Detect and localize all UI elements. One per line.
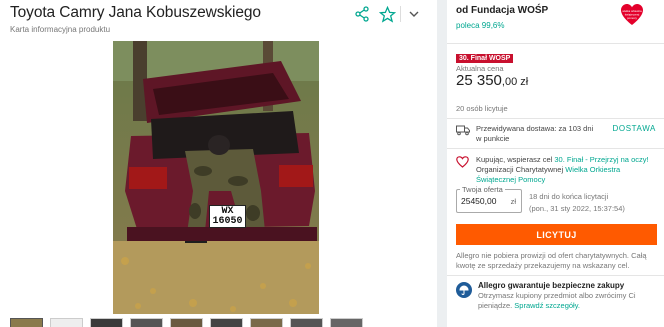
truck-icon (456, 125, 470, 136)
seller-recommend[interactable]: poleca 99,6% (456, 21, 504, 30)
thumbnail[interactable] (210, 318, 243, 327)
thumbnail[interactable] (90, 318, 123, 327)
product-photo[interactable]: WX 16050 (113, 41, 319, 314)
bidders-count: 20 osób licytuje (456, 104, 508, 113)
current-price: 25 350,00 zł (456, 72, 528, 89)
guarantee-heading: Allegro gwarantuje bezpieczne zakupy (478, 281, 625, 290)
charity-middle: Organizacji Charytatywnej (476, 165, 566, 174)
offer-panel: od Fundacja WOŚP poleca 99,6% wielka ork… (447, 0, 664, 327)
license-plate: WX 16050 (209, 205, 246, 228)
wosp-heart-logo: wielka orkiestra świątecznej pomocy (620, 3, 644, 27)
divider (447, 118, 664, 119)
plate-line-2: 16050 (212, 216, 243, 227)
svg-text:pomocy: pomocy (627, 16, 637, 20)
offer-currency: zł (510, 197, 516, 206)
charity-goal-link[interactable]: 30. Finał - Przejrzyj na oczy! (554, 155, 648, 164)
share-icon[interactable] (352, 4, 372, 24)
divider (447, 275, 664, 276)
thumbnail[interactable] (130, 318, 163, 327)
thumbnail[interactable] (50, 318, 83, 327)
header-divider (400, 6, 401, 22)
umbrella-icon (456, 282, 472, 298)
thumbnail[interactable] (170, 318, 203, 327)
chevron-down-icon[interactable] (404, 4, 424, 24)
seller-name[interactable]: od Fundacja WOŚP (456, 5, 548, 16)
product-card: Toyota Camry Jana Kobuszewskiego Karta i… (0, 0, 437, 327)
delivery-link[interactable]: DOSTAWA (613, 124, 656, 133)
price-cents: ,00 zł (501, 76, 529, 88)
thumbnail[interactable] (10, 318, 43, 327)
thumbnail-strip (10, 318, 363, 327)
heart-icon (456, 156, 469, 168)
final-badge: 30. Finał WOŚP (456, 54, 514, 63)
charity-prefix: Kupując, wspierasz cel (476, 155, 555, 164)
your-offer-label: Twoja oferta (460, 185, 505, 194)
bid-button[interactable]: LICYTUJ (456, 224, 657, 245)
star-icon[interactable] (377, 4, 397, 24)
delivery-text: Przewidywana dostawa: za 103 dni w punkc… (476, 124, 594, 143)
thumbnail[interactable] (250, 318, 283, 327)
auction-time: 18 dni do końca licytacji (pon., 31 sty … (529, 191, 659, 215)
divider (447, 148, 664, 149)
price-main: 25 350 (456, 72, 502, 89)
offer-input[interactable] (461, 196, 505, 206)
commission-note: Allegro nie pobiera prowizji od ofert ch… (456, 251, 647, 270)
product-info-link[interactable]: Karta informacyjna produktu (10, 25, 110, 34)
product-title: Toyota Camry Jana Kobuszewskiego (10, 4, 261, 21)
guarantee-details-link[interactable]: Sprawdź szczegóły. (514, 301, 580, 310)
auction-end-date: (pon., 31 sty 2022, 15:37:54) (529, 204, 625, 213)
guarantee-body: Otrzymasz kupiony przedmiot albo zwrócim… (478, 291, 658, 311)
delivery-row: Przewidywana dostawa: za 103 dni w punkc… (456, 124, 656, 144)
thumbnail[interactable] (290, 318, 323, 327)
auction-remaining: 18 dni do końca licytacji (529, 192, 609, 201)
charity-text: Kupując, wspierasz cel 30. Finał - Przej… (476, 155, 661, 185)
divider (447, 43, 664, 44)
thumbnail[interactable] (330, 318, 363, 327)
